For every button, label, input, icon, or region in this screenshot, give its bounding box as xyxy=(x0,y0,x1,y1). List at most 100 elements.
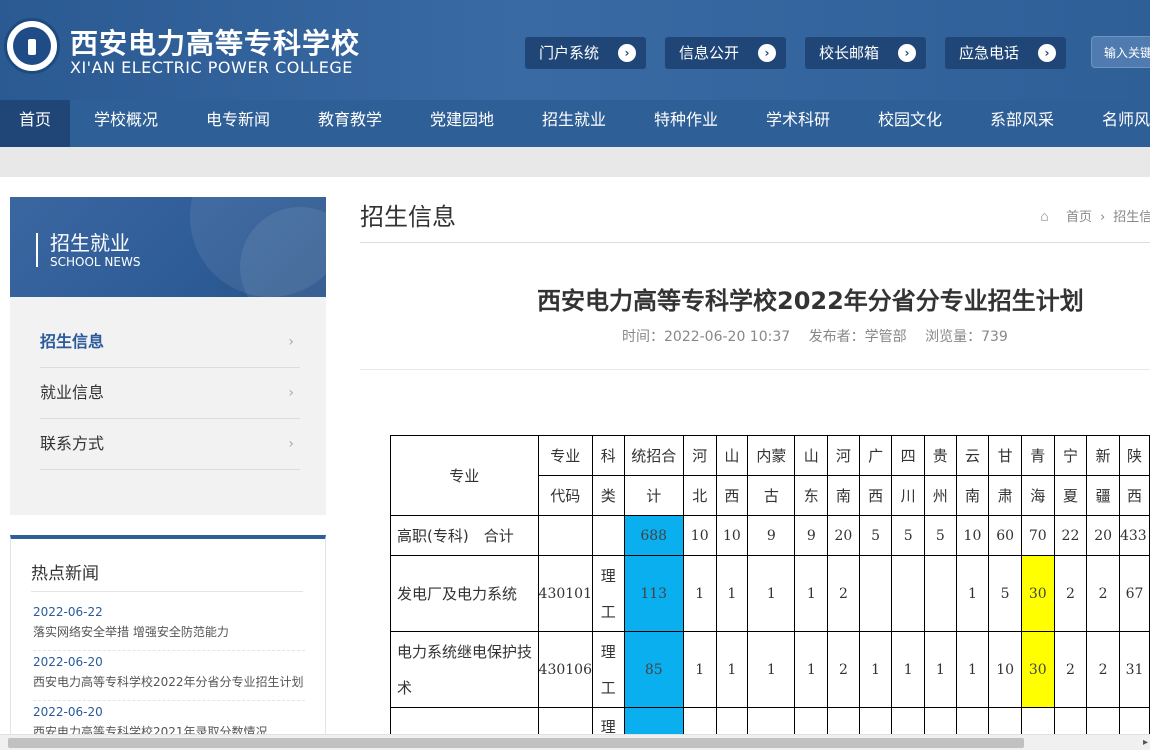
college-name-cn[interactable]: 西安电力高等专科学校 xyxy=(70,22,360,62)
header-province-top: 广 xyxy=(858,435,893,476)
chevron-right-icon: › xyxy=(898,44,916,62)
portal-system-label: 门户系统 xyxy=(539,44,600,62)
header-province-bottom: 东 xyxy=(794,475,829,516)
major-type: 理工 xyxy=(591,555,625,632)
province-count: 2 xyxy=(827,631,860,708)
president-mailbox-link[interactable]: 校长邮箱 › xyxy=(805,37,926,69)
horizontal-scrollbar[interactable]: ▸ xyxy=(0,734,1150,750)
province-count-highlight: 30 xyxy=(1020,631,1055,708)
province-count: 1 xyxy=(747,555,796,632)
province-count: 70 xyxy=(1020,515,1055,556)
nav-item-home[interactable]: 首页 xyxy=(0,100,70,147)
province-count: 1 xyxy=(794,631,829,708)
portal-system-link[interactable]: 门户系统 › xyxy=(525,37,646,69)
article-title: 西安电力高等专科学校2022年分省分专业招生计划 xyxy=(537,287,1084,315)
search-input[interactable]: 输入关键字 xyxy=(1091,36,1150,68)
news-date: 2022-06-20 xyxy=(33,655,103,669)
major-code: 430106 xyxy=(537,631,593,708)
header-province-top: 山 xyxy=(794,435,829,476)
major-name: 发电厂及电力系统 xyxy=(390,555,539,632)
header-total-bottom: 计 xyxy=(623,475,684,516)
president-mailbox-label: 校长邮箱 xyxy=(819,44,880,62)
major-name-line: 术 xyxy=(397,678,413,697)
site-header: 西安电力高等专科学校 XI'AN ELECTRIC POWER COLLEGE … xyxy=(0,0,1150,100)
header-province-bottom: 西 xyxy=(715,475,749,516)
major-name: 电力系统继电保护技术 xyxy=(390,631,539,708)
total-cell: 113 xyxy=(623,555,684,632)
province-count: 67 xyxy=(1118,555,1150,632)
nav-item-party[interactable]: 党建园地 xyxy=(418,100,506,147)
header-province-top: 云 xyxy=(955,435,990,476)
province-count: 5 xyxy=(858,515,893,556)
news-title[interactable]: 落实网络安全举措 增强安全防范能力 xyxy=(33,623,229,640)
sidebar-title: 招生就业 xyxy=(50,231,130,255)
province-count: 2 xyxy=(1053,631,1088,708)
chevron-right-icon: › xyxy=(618,44,636,62)
province-count xyxy=(891,555,925,632)
header-total-top: 统招合 xyxy=(623,435,684,476)
nav-item-departments[interactable]: 系部风采 xyxy=(978,100,1066,147)
header-province-bottom: 古 xyxy=(747,475,796,516)
breadcrumb-home[interactable]: 首页 xyxy=(1066,210,1092,225)
sidebar-item-label: 联系方式 xyxy=(40,434,105,453)
major-type-bottom: 工 xyxy=(600,678,616,697)
chevron-right-icon: › xyxy=(288,334,294,350)
province-count: 10 xyxy=(955,515,990,556)
header-province-bottom: 南 xyxy=(955,475,990,516)
scrollbar-thumb[interactable] xyxy=(8,738,1024,748)
province-count: 20 xyxy=(827,515,860,556)
header-province-bottom: 海 xyxy=(1020,475,1055,516)
province-count: 2 xyxy=(1053,555,1088,632)
header-code-top: 专业 xyxy=(537,435,593,476)
nav-item-news[interactable]: 电专新闻 xyxy=(194,100,282,147)
home-icon[interactable]: ⌂ xyxy=(1040,209,1056,225)
emergency-phone-link[interactable]: 应急电话 › xyxy=(945,37,1066,69)
news-title[interactable]: 西安电力高等专科学校2022年分省分专业招生计划 xyxy=(33,673,304,690)
major-name-line: 电力系统继电保护技 xyxy=(397,642,533,661)
college-logo-icon[interactable] xyxy=(4,18,60,74)
nav-item-about[interactable]: 学校概况 xyxy=(82,100,170,147)
header-type-bottom: 类 xyxy=(591,475,625,516)
section-title: 招生信息 xyxy=(360,203,456,231)
nav-item-research[interactable]: 学术科研 xyxy=(754,100,842,147)
major-code: 430101 xyxy=(537,555,593,632)
province-count: 1 xyxy=(682,631,717,708)
nav-item-special-work[interactable]: 特种作业 xyxy=(642,100,730,147)
article-meta: 时间：2022-06-20 10:37 发布者：学管部 浏览量：739 xyxy=(622,326,1022,346)
header-province-top: 青 xyxy=(1020,435,1055,476)
major-type-top: 理 xyxy=(600,642,616,661)
publish-time: 时间：2022-06-20 10:37 xyxy=(622,329,791,345)
header-province-top: 陕 xyxy=(1118,435,1150,476)
breadcrumb-current[interactable]: 招生信息 xyxy=(1113,210,1150,225)
view-count: 浏览量：739 xyxy=(925,329,1008,345)
major-type xyxy=(591,515,625,556)
province-count: 1 xyxy=(955,555,990,632)
header-province-top: 贵 xyxy=(923,435,957,476)
breadcrumb-separator: › xyxy=(1100,210,1106,225)
nav-item-teachers[interactable]: 名师风采 xyxy=(1090,100,1150,147)
sidebar-item-admission-info[interactable]: 招生信息 › xyxy=(40,317,300,368)
breadcrumb: ⌂ 首页 › 招生信息 xyxy=(1040,206,1150,225)
province-count: 433 xyxy=(1118,515,1150,556)
sidebar-item-contact[interactable]: 联系方式 › xyxy=(40,419,300,470)
divider xyxy=(360,369,1150,370)
header-province-bottom: 疆 xyxy=(1086,475,1120,516)
header-province-bottom: 西 xyxy=(858,475,893,516)
nav-item-campus[interactable]: 校园文化 xyxy=(866,100,954,147)
hot-news-item[interactable]: 2022-06-20 西安电力高等专科学校2022年分省分专业招生计划 xyxy=(33,651,305,701)
scroll-right-arrow-icon[interactable]: ▸ xyxy=(1143,737,1148,748)
province-count: 1 xyxy=(747,631,796,708)
nav-item-admission[interactable]: 招生就业 xyxy=(530,100,618,147)
province-count: 2 xyxy=(1086,631,1120,708)
info-disclosure-label: 信息公开 xyxy=(679,44,740,62)
province-count: 1 xyxy=(794,555,829,632)
nav-item-education[interactable]: 教育教学 xyxy=(306,100,394,147)
province-count-highlight: 30 xyxy=(1020,555,1055,632)
sidebar-item-employment-info[interactable]: 就业信息 › xyxy=(40,368,300,419)
header-code-bottom: 代码 xyxy=(537,475,593,516)
info-disclosure-link[interactable]: 信息公开 › xyxy=(665,37,786,69)
province-count: 1 xyxy=(682,555,717,632)
hot-news-item[interactable]: 2022-06-22 落实网络安全举措 增强安全防范能力 xyxy=(33,601,305,651)
sidebar-banner: 招生就业 SCHOOL NEWS xyxy=(10,197,326,297)
header-province-top: 宁 xyxy=(1053,435,1088,476)
